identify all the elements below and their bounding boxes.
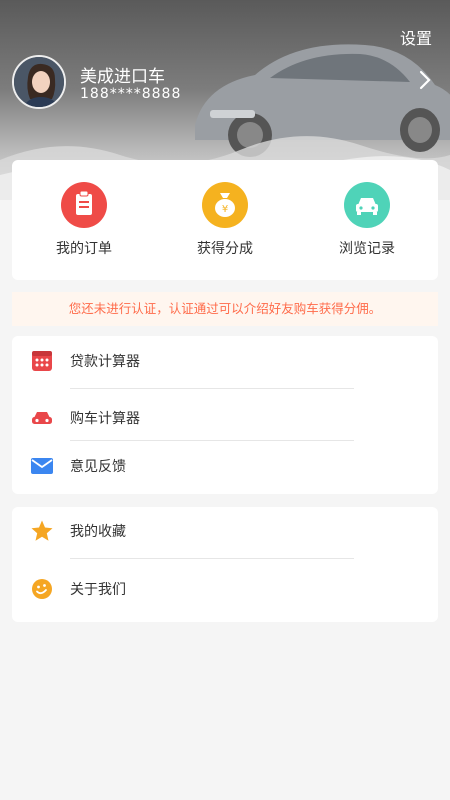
menu-item-label: 我的收藏 xyxy=(70,524,126,540)
menu-item-label: 关于我们 xyxy=(70,582,126,598)
my-orders-label: 我的订单 xyxy=(56,241,112,257)
divider xyxy=(70,388,354,389)
earnings-button[interactable]: ¥ 获得分成 xyxy=(165,182,285,258)
menu-item-about-us[interactable]: 关于我们 xyxy=(12,569,438,609)
menu-group-misc: 我的收藏 关于我们 xyxy=(12,507,438,622)
menu-item-favorites[interactable]: 我的收藏 xyxy=(12,511,438,551)
divider xyxy=(70,440,354,441)
settings-button[interactable]: 设置 xyxy=(400,25,432,49)
earnings-label: 获得分成 xyxy=(197,241,253,257)
star-icon xyxy=(31,520,53,541)
mail-icon xyxy=(31,458,53,474)
browse-history-button[interactable]: 浏览记录 xyxy=(307,182,427,258)
clipboard-icon xyxy=(61,182,107,228)
money-bag-icon: ¥ xyxy=(202,182,248,228)
my-orders-button[interactable]: 我的订单 xyxy=(24,182,144,258)
menu-item-feedback[interactable]: 意见反馈 xyxy=(12,446,438,486)
user-name: 美成进口车 xyxy=(80,67,165,87)
avatar[interactable] xyxy=(12,55,66,109)
svg-text:¥: ¥ xyxy=(222,204,228,215)
user-phone: 188****8888 xyxy=(80,86,182,102)
smile-icon xyxy=(32,579,52,599)
car-icon xyxy=(32,412,52,424)
divider xyxy=(70,558,354,559)
car-icon xyxy=(344,182,390,228)
menu-item-car-calculator[interactable]: 购车计算器 xyxy=(12,398,438,438)
browse-history-label: 浏览记录 xyxy=(339,241,395,257)
menu-item-label: 意见反馈 xyxy=(70,459,126,475)
calculator-icon xyxy=(32,351,52,371)
menu-item-loan-calculator[interactable]: 贷款计算器 xyxy=(12,341,438,381)
chevron-right-icon[interactable] xyxy=(418,70,432,90)
menu-item-label: 购车计算器 xyxy=(70,411,140,427)
verification-notice[interactable]: 您还未进行认证，认证通过可以介绍好友购车获得分佣。 xyxy=(12,292,438,326)
menu-item-label: 贷款计算器 xyxy=(70,354,140,370)
quick-actions-card: 我的订单 ¥ 获得分成 浏览记录 xyxy=(12,160,438,280)
menu-group-tools: 贷款计算器 购车计算器 意见反馈 xyxy=(12,336,438,494)
